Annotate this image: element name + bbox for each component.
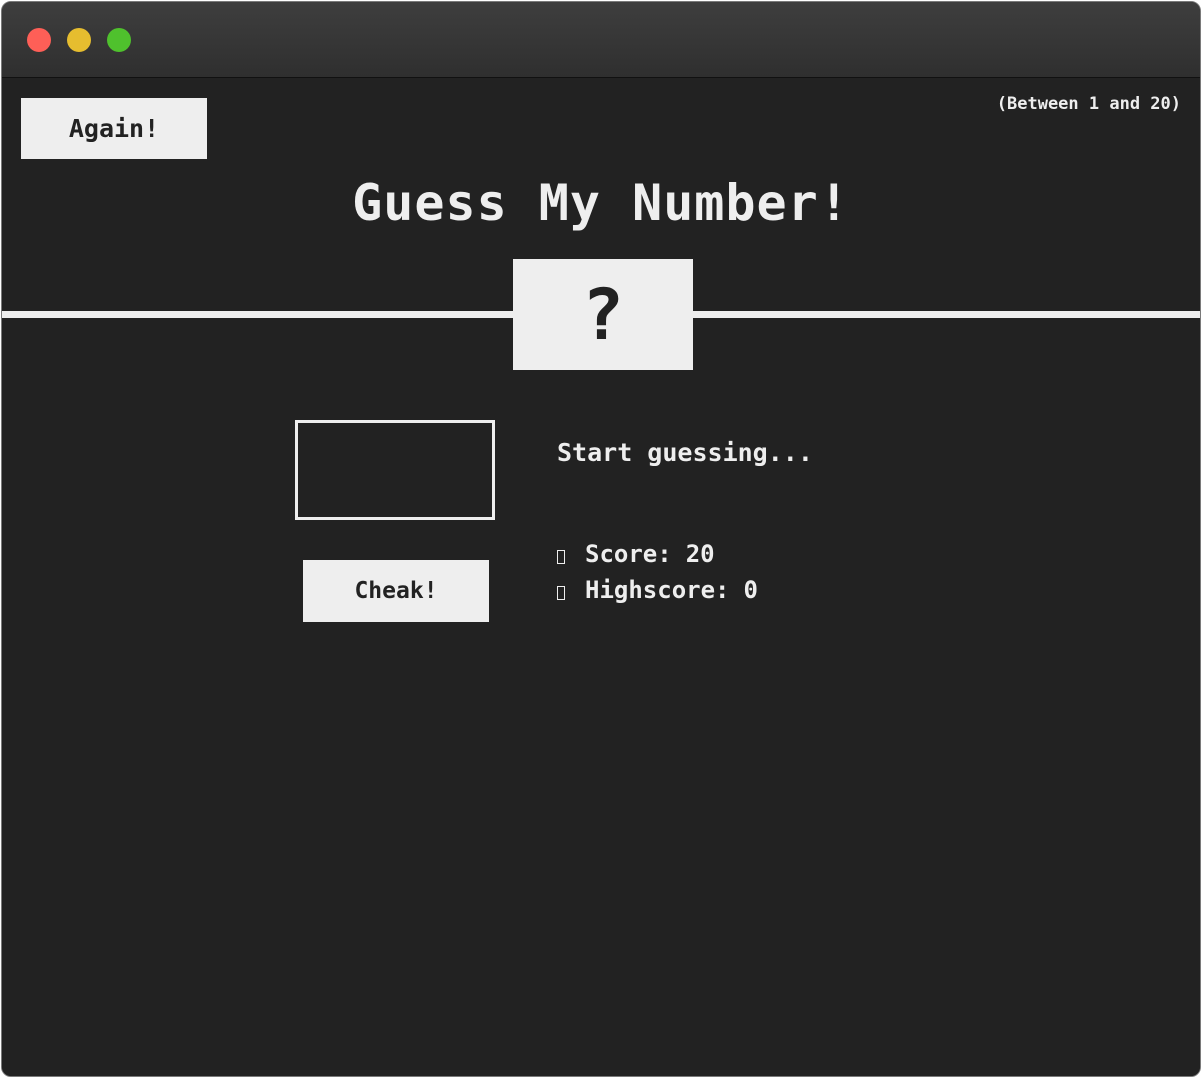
score-value: 20 (685, 540, 715, 568)
guess-input[interactable] (295, 420, 495, 520)
score-line: Score: 20 (557, 540, 715, 568)
score-label: Score: (585, 540, 672, 568)
status-message: Start guessing... (557, 438, 813, 467)
secret-number: ? (513, 259, 693, 370)
score-icon (557, 550, 565, 564)
again-button[interactable]: Again! (21, 98, 207, 159)
close-window-button[interactable] (27, 28, 51, 52)
app-window: Again! (Between 1 and 20) Guess My Numbe… (1, 1, 1201, 1077)
highscore-line: Highscore: 0 (557, 576, 758, 604)
range-hint: (Between 1 and 20) (996, 94, 1181, 114)
highscore-icon (557, 586, 565, 600)
title-bar (2, 2, 1200, 78)
highscore-value: 0 (743, 576, 758, 604)
game-area: Again! (Between 1 and 20) Guess My Numbe… (2, 78, 1200, 1076)
check-button[interactable]: Cheak! (303, 560, 489, 622)
highscore-label: Highscore: (585, 576, 730, 604)
zoom-window-button[interactable] (107, 28, 131, 52)
page-title: Guess My Number! (352, 174, 850, 232)
minimize-window-button[interactable] (67, 28, 91, 52)
